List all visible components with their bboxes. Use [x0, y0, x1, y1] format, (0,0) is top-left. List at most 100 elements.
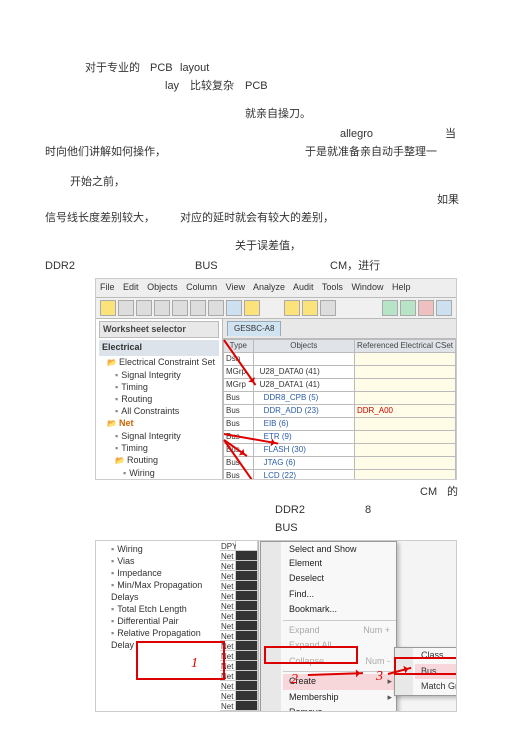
table-row[interactable]: BusDDR_ADD (23)DDR_A00 [224, 404, 456, 417]
tree-item[interactable]: Impedance [111, 567, 219, 579]
table-row[interactable]: BusDDR8_CPB (5) [224, 391, 456, 404]
table-row[interactable]: BusJTAG (6) [224, 456, 456, 469]
table-row[interactable]: MGrpU28_DATA0 (41) [224, 365, 456, 378]
menu-window[interactable]: Window [351, 282, 383, 292]
col-objects: Objects [253, 339, 354, 352]
tree-item[interactable]: Timing [115, 442, 219, 454]
table-row[interactable]: BusFLASH (30) [224, 443, 456, 456]
tree-net[interactable]: Net [107, 417, 219, 430]
text: DDR2 [275, 502, 305, 519]
submenu-item[interactable]: Match Group... [415, 679, 457, 695]
menu-edit[interactable]: Edit [123, 282, 139, 292]
toolbar-icon[interactable] [418, 300, 434, 316]
menu-file[interactable]: File [100, 282, 115, 292]
menu-objects[interactable]: Objects [147, 282, 178, 292]
toolbar-icon[interactable] [244, 300, 260, 316]
tree-item[interactable]: Routing [115, 393, 219, 405]
annotation-label-2: 2 [291, 669, 298, 690]
grid-tab[interactable]: GESBC-A8 [227, 321, 281, 336]
submenu-item[interactable]: Class... [415, 648, 457, 664]
constraint-grid[interactable]: GESBC-A8 Type Objects Referenced Electri… [223, 319, 456, 481]
context-menu-item: ExpandNum + [283, 623, 396, 639]
toolbar-icon[interactable] [190, 300, 206, 316]
text: BUS [275, 520, 298, 537]
toolbar-icon[interactable] [118, 300, 134, 316]
text: 8 [365, 502, 371, 519]
text: 对于专业的 [85, 60, 140, 77]
tree-item[interactable]: Min/Max Propagation Delays [111, 579, 219, 603]
context-menu-item[interactable]: Deselect [283, 571, 396, 587]
text: allegro [340, 126, 373, 143]
annotation-label-1: 1 [191, 653, 198, 674]
toolbar [96, 298, 456, 319]
toolbar-icon[interactable] [400, 300, 416, 316]
toolbar-icon[interactable] [302, 300, 318, 316]
text: 当 [445, 126, 456, 143]
tree-root[interactable]: Electrical [99, 340, 219, 356]
menu-analyze[interactable]: Analyze [253, 282, 285, 292]
tree-routing[interactable]: Routing [115, 454, 219, 467]
toolbar-icon[interactable] [436, 300, 452, 316]
table-row[interactable]: BusEIB (6) [224, 417, 456, 430]
col-ref: Referenced Electrical CSet [354, 339, 455, 352]
toolbar-icon[interactable] [382, 300, 398, 316]
text: PCB [150, 60, 173, 77]
tree-item[interactable]: Vias [123, 479, 219, 481]
context-menu-item[interactable]: Select and Show Element [283, 542, 396, 571]
tree-title: Worksheet selector [99, 321, 219, 339]
toolbar-icon[interactable] [226, 300, 242, 316]
worksheet-selector-tree[interactable]: Worksheet selector Electrical Electrical… [96, 319, 223, 481]
tree-ecs[interactable]: Electrical Constraint Set [107, 356, 219, 369]
net-column[interactable]: DPYNetNetNetNetNetNetNetNetNetNetNetNetN… [220, 541, 259, 711]
context-menu-item[interactable]: Bookmark... [283, 602, 396, 618]
table-row[interactable]: MGrpU28_DATA1 (41) [224, 378, 456, 391]
text: 就亲自操刀。 [245, 106, 311, 123]
create-submenu[interactable]: Class...Bus...Match Group... [394, 647, 457, 696]
text: 关于误差值， [235, 238, 301, 255]
toolbar-icon[interactable] [172, 300, 188, 316]
submenu-item[interactable]: Bus... [415, 664, 457, 680]
menu-tools[interactable]: Tools [322, 282, 343, 292]
toolbar-icon[interactable] [320, 300, 336, 316]
tree-panel[interactable]: Wiring Vias Impedance Min/Max Propagatio… [96, 541, 223, 711]
text: 比较复杂 [190, 78, 234, 95]
tree-item[interactable]: Wiring [123, 467, 219, 479]
annotation-label-3: 3 [376, 666, 383, 687]
toolbar-icon[interactable] [208, 300, 224, 316]
context-menu-item[interactable]: Remove [283, 705, 396, 712]
menu-help[interactable]: Help [392, 282, 411, 292]
text: layout [180, 60, 209, 77]
table-row[interactable]: BusLCD (22) [224, 469, 456, 480]
toolbar-icon[interactable] [284, 300, 300, 316]
toolbar-icon[interactable] [154, 300, 170, 316]
toolbar-icon[interactable] [100, 300, 116, 316]
text: 于是就准备亲自动手整理一 [305, 144, 437, 161]
tree-item[interactable]: Timing [115, 381, 219, 393]
menu-column[interactable]: Column [186, 282, 217, 292]
text: 对应的延时就会有较大的差别， [180, 210, 334, 227]
tree-item[interactable]: Signal Integrity [115, 430, 219, 442]
menubar[interactable]: File Edit Objects Column View Analyze Au… [96, 279, 456, 298]
text: CM [420, 484, 437, 501]
tree-item[interactable]: All Constraints [115, 405, 219, 417]
text: 信号线长度差别较大， [45, 210, 155, 227]
menu-view[interactable]: View [226, 282, 245, 292]
tree-item[interactable]: Relative Propagation Delay [111, 627, 219, 651]
text: lay [165, 78, 179, 95]
text: 如果 [437, 192, 459, 209]
tree-item[interactable]: Vias [111, 555, 219, 567]
toolbar-icon[interactable] [136, 300, 152, 316]
text: PCB [245, 78, 268, 95]
text: 时向他们讲解如何操作， [45, 144, 166, 161]
text: DDR2 [45, 258, 75, 275]
table-row[interactable]: Dsn [224, 352, 456, 365]
tree-item[interactable]: Differential Pair [111, 615, 219, 627]
menu-audit[interactable]: Audit [293, 282, 314, 292]
constraint-manager-screenshot-2: Wiring Vias Impedance Min/Max Propagatio… [95, 540, 457, 712]
context-menu-item[interactable]: Find... [283, 587, 396, 603]
tree-item[interactable]: Total Etch Length [111, 603, 219, 615]
context-menu-item[interactable]: Membership [283, 690, 396, 706]
tree-item[interactable]: Signal Integrity [115, 369, 219, 381]
tree-item[interactable]: Wiring [111, 543, 219, 555]
context-menu-item: Expand All [283, 638, 396, 654]
